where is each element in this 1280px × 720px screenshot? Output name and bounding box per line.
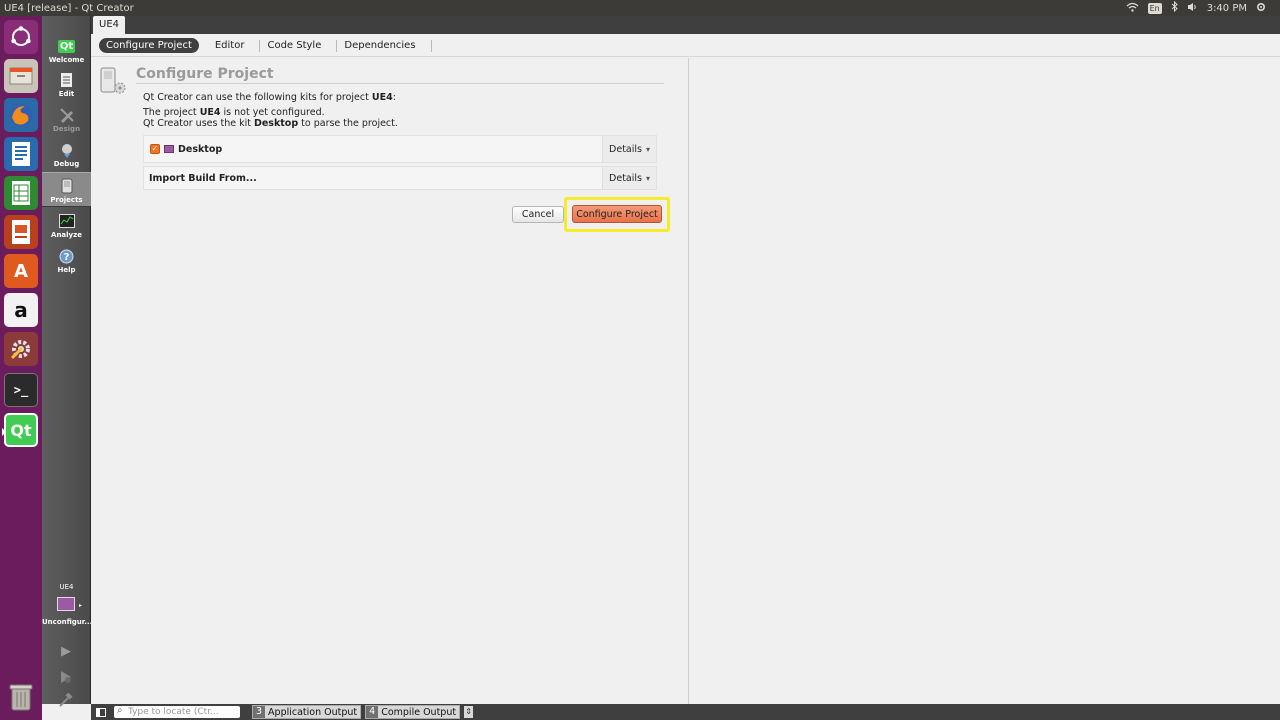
bluetooth-icon[interactable] (1171, 0, 1178, 15)
right-panel (690, 58, 1280, 704)
trash-icon[interactable] (4, 680, 38, 714)
gear-icon[interactable] (1256, 2, 1266, 15)
kit-desktop-label: Desktop (178, 143, 223, 155)
project-tab-ue4[interactable]: UE4 (93, 16, 125, 34)
status-bar: Type to locate (Ctr... 3 Application Out… (91, 704, 1280, 720)
cancel-button[interactable]: Cancel (512, 206, 564, 223)
debug-run-button[interactable] (57, 669, 75, 685)
mode-design[interactable]: Design (42, 103, 91, 135)
import-build-label: Import Build From... (149, 172, 257, 184)
more-panes-icon[interactable]: ⇕ (464, 706, 474, 718)
mode-welcome[interactable]: Qt Welcome (42, 34, 91, 66)
configure-project-button[interactable]: Configure Project (572, 205, 662, 223)
libreoffice-calc-icon[interactable] (4, 176, 38, 210)
libreoffice-impress-icon[interactable] (4, 215, 38, 249)
import-build-details-button[interactable]: Details (602, 167, 656, 189)
system-settings-icon[interactable] (4, 332, 38, 366)
amazon-icon[interactable]: a (4, 293, 38, 327)
page-title: Configure Project (136, 66, 274, 82)
project-config-icon (99, 66, 129, 96)
mode-debug[interactable]: Debug (42, 138, 91, 170)
terminal-icon[interactable]: >_ (4, 373, 38, 407)
parse-kit-text: Qt Creator uses the kit Desktop to parse… (143, 118, 398, 129)
title-divider (136, 83, 664, 84)
help-icon: ? (58, 247, 76, 265)
kit-desktop-details-button[interactable]: Details (602, 136, 656, 162)
kits-intro-text: Qt Creator can use the following kits fo… (143, 92, 396, 103)
kit-desktop-checkbox[interactable]: ✓ (150, 144, 160, 154)
kit-row-desktop: ✓ Desktop Details (143, 135, 657, 163)
unity-launcher: A a >_ Qt (0, 16, 42, 720)
svg-text:?: ? (64, 252, 70, 263)
monitor-icon (164, 145, 174, 153)
target-build-status: Unconfigur...ed (42, 618, 102, 626)
mode-help[interactable]: ? Help (42, 244, 91, 276)
kit-selector-arrow-icon: ▸ (79, 602, 83, 609)
highlight-outline: Configure Project (564, 197, 670, 232)
kit-selector-icon[interactable] (57, 597, 75, 611)
chart-icon (58, 212, 76, 230)
target-project-label: UE4 (59, 583, 74, 591)
keyboard-layout-indicator[interactable]: En (1147, 2, 1162, 14)
tab-dependencies[interactable]: Dependencies (337, 38, 432, 53)
pencil-ruler-icon (58, 106, 76, 124)
bug-icon (58, 141, 76, 159)
firefox-icon[interactable] (4, 98, 38, 132)
window-title: UE4 [release] - Qt Creator (4, 2, 134, 14)
qt-creator-launcher-icon[interactable]: Qt (2, 413, 38, 447)
clock[interactable]: 3:40 PM (1207, 3, 1247, 14)
configure-project-panel: Configure Project Qt Creator can use the… (91, 58, 689, 704)
system-top-bar: UE4 [release] - Qt Creator En 3:40 PM (0, 0, 1280, 16)
wifi-icon[interactable] (1126, 2, 1139, 15)
toggle-sidebar-icon[interactable] (96, 707, 106, 717)
document-icon (58, 71, 76, 89)
files-icon[interactable] (4, 59, 38, 93)
tab-configure-project[interactable]: Configure Project (99, 37, 199, 53)
software-center-icon[interactable]: A (4, 254, 38, 288)
compile-output-button[interactable]: 4 Compile Output (365, 705, 461, 719)
build-hammer-icon[interactable] (57, 692, 75, 708)
projects-icon (58, 177, 76, 195)
project-settings-tabs: Configure Project Editor Code Style Depe… (91, 34, 1280, 57)
import-build-row: Import Build From... Details (143, 166, 657, 190)
mode-edit[interactable]: Edit (42, 68, 91, 100)
libreoffice-writer-icon[interactable] (4, 137, 38, 171)
mode-analyze[interactable]: Analyze (42, 209, 91, 241)
project-tab-bar: UE4 (91, 16, 1280, 34)
tab-code-style[interactable]: Code Style (260, 38, 338, 53)
ubuntu-dash-icon[interactable] (4, 20, 38, 54)
volume-icon[interactable] (1187, 2, 1198, 15)
tab-editor[interactable]: Editor (208, 38, 261, 53)
application-output-button[interactable]: 3 Application Output (252, 705, 362, 719)
run-button[interactable]: ▶ (57, 643, 75, 659)
system-tray: En 3:40 PM (1126, 0, 1280, 15)
not-configured-text: The project UE4 is not yet configured. (143, 107, 325, 118)
mode-projects[interactable]: Projects (42, 172, 91, 207)
locator-input[interactable]: Type to locate (Ctr... (114, 705, 240, 718)
qt-logo-icon: Qt (57, 39, 76, 53)
